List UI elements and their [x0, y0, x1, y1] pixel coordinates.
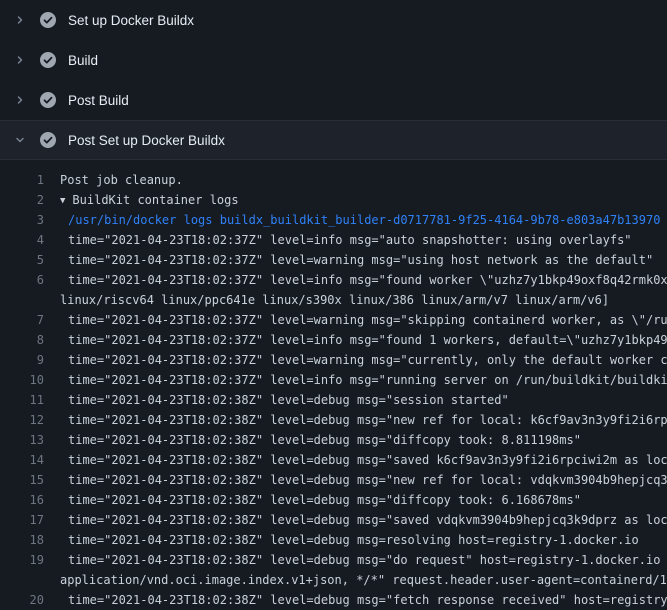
log-text: time="2021-04-23T18:02:37Z" level=info m… — [60, 370, 667, 390]
log-line: 16 time="2021-04-23T18:02:38Z" level=debu… — [0, 490, 667, 510]
line-number[interactable]: 8 — [0, 330, 44, 350]
log-text[interactable]: ▼ BuildKit container logs — [60, 190, 667, 212]
log-text: time="2021-04-23T18:02:37Z" level=warnin… — [60, 250, 667, 270]
group-label: BuildKit container logs — [72, 193, 238, 207]
log-line: 6 time="2021-04-23T18:02:37Z" level=info … — [0, 270, 667, 290]
step-header-build[interactable]: Build — [0, 40, 667, 80]
log-line: application/vnd.oci.image.index.v1+json,… — [0, 570, 667, 590]
log-line: 2 ▼ BuildKit container logs — [0, 190, 667, 210]
line-number[interactable]: 17 — [0, 510, 44, 530]
log-line: 7 time="2021-04-23T18:02:37Z" level=warni… — [0, 310, 667, 330]
step-header-post-setup-docker-buildx[interactable]: Post Set up Docker Buildx — [0, 120, 667, 160]
step-label: Build — [68, 53, 98, 68]
log-text: time="2021-04-23T18:02:38Z" level=debug … — [60, 450, 667, 470]
line-number[interactable]: 14 — [0, 450, 44, 470]
log-text: time="2021-04-23T18:02:38Z" level=debug … — [60, 390, 667, 410]
step-header-post-build[interactable]: Post Build — [0, 80, 667, 120]
log-lines: 1 Post job cleanup. 2 ▼ BuildKit container l… — [0, 170, 667, 610]
log-line: 4 time="2021-04-23T18:02:37Z" level=info … — [0, 230, 667, 250]
log-line: 12 time="2021-04-23T18:02:38Z" level=debu… — [0, 410, 667, 430]
log-text: time="2021-04-23T18:02:37Z" level=warnin… — [60, 310, 667, 330]
line-number[interactable]: 3 — [0, 210, 44, 230]
log-text: time="2021-04-23T18:02:38Z" level=debug … — [60, 430, 667, 450]
log-container: 1 Post job cleanup. 2 ▼ BuildKit container l… — [0, 160, 667, 610]
log-line: 8 time="2021-04-23T18:02:37Z" level=info … — [0, 330, 667, 350]
line-number[interactable]: 4 — [0, 230, 44, 250]
line-number[interactable]: 18 — [0, 530, 44, 550]
log-text: time="2021-04-23T18:02:37Z" level=info m… — [60, 270, 667, 290]
line-number[interactable]: 5 — [0, 250, 44, 270]
check-circle-icon — [40, 12, 56, 28]
log-text: time="2021-04-23T18:02:38Z" level=debug … — [60, 550, 667, 570]
line-number[interactable]: 11 — [0, 390, 44, 410]
line-number[interactable]: 2 — [0, 190, 44, 210]
log-text: time="2021-04-23T18:02:38Z" level=debug … — [60, 590, 667, 610]
chevron-down-icon[interactable] — [12, 132, 28, 148]
log-text: time="2021-04-23T18:02:38Z" level=debug … — [60, 530, 667, 550]
log-text: application/vnd.oci.image.index.v1+json,… — [60, 570, 667, 590]
step-label: Post Set up Docker Buildx — [68, 133, 225, 148]
log-text: time="2021-04-23T18:02:38Z" level=debug … — [60, 410, 667, 430]
log-line: 5 time="2021-04-23T18:02:37Z" level=warni… — [0, 250, 667, 270]
log-command-text: /usr/bin/docker logs buildx_buildkit_bui… — [60, 210, 667, 230]
line-number[interactable]: 9 — [0, 350, 44, 370]
log-text: time="2021-04-23T18:02:37Z" level=warnin… — [60, 350, 667, 370]
log-text: linux/riscv64 linux/ppc641e linux/s390x … — [60, 290, 667, 310]
log-text: time="2021-04-23T18:02:37Z" level=info m… — [60, 330, 667, 350]
log-line: 14 time="2021-04-23T18:02:38Z" level=debu… — [0, 450, 667, 470]
job-steps-panel: Set up Docker Buildx Build Post Build Po… — [0, 0, 667, 610]
log-line: 17 time="2021-04-23T18:02:38Z" level=debu… — [0, 510, 667, 530]
log-line: 20 time="2021-04-23T18:02:38Z" level=debu… — [0, 590, 667, 610]
log-line: 19 time="2021-04-23T18:02:38Z" level=debu… — [0, 550, 667, 570]
step-header-setup-docker-buildx[interactable]: Set up Docker Buildx — [0, 0, 667, 40]
line-number[interactable]: 13 — [0, 430, 44, 450]
log-line: 3/usr/bin/docker logs buildx_buildkit_bu… — [0, 210, 667, 230]
line-number[interactable]: 7 — [0, 310, 44, 330]
log-text: time="2021-04-23T18:02:37Z" level=info m… — [60, 230, 667, 250]
line-number[interactable]: 16 — [0, 490, 44, 510]
log-line: 11 time="2021-04-23T18:02:38Z" level=debu… — [0, 390, 667, 410]
log-line: 9 time="2021-04-23T18:02:37Z" level=warni… — [0, 350, 667, 370]
check-circle-icon — [40, 132, 56, 148]
chevron-right-icon[interactable] — [12, 52, 28, 68]
line-number[interactable]: 12 — [0, 410, 44, 430]
log-text: Post job cleanup. — [60, 170, 667, 190]
log-line: 10 time="2021-04-23T18:02:37Z" level=info… — [0, 370, 667, 390]
log-text: time="2021-04-23T18:02:38Z" level=debug … — [60, 510, 667, 530]
log-text: time="2021-04-23T18:02:38Z" level=debug … — [60, 490, 667, 510]
log-text: time="2021-04-23T18:02:38Z" level=debug … — [60, 470, 667, 490]
line-number[interactable]: 10 — [0, 370, 44, 390]
check-circle-icon — [40, 92, 56, 108]
log-line: linux/riscv64 linux/ppc641e linux/s390x … — [0, 290, 667, 310]
line-number[interactable]: 20 — [0, 590, 44, 610]
chevron-right-icon[interactable] — [12, 12, 28, 28]
chevron-right-icon[interactable] — [12, 92, 28, 108]
log-line: 1 Post job cleanup. — [0, 170, 667, 190]
check-circle-icon — [40, 52, 56, 68]
step-label: Post Build — [68, 93, 129, 108]
line-number[interactable]: 15 — [0, 470, 44, 490]
line-number[interactable]: 6 — [0, 270, 44, 290]
log-line: 18 time="2021-04-23T18:02:38Z" level=debu… — [0, 530, 667, 550]
log-line: 13 time="2021-04-23T18:02:38Z" level=debu… — [0, 430, 667, 450]
step-label: Set up Docker Buildx — [68, 13, 194, 28]
line-number[interactable]: 19 — [0, 550, 44, 570]
line-number[interactable]: 1 — [0, 170, 44, 190]
group-toggle-triangle-icon[interactable]: ▼ — [60, 191, 65, 211]
log-line: 15 time="2021-04-23T18:02:38Z" level=debu… — [0, 470, 667, 490]
